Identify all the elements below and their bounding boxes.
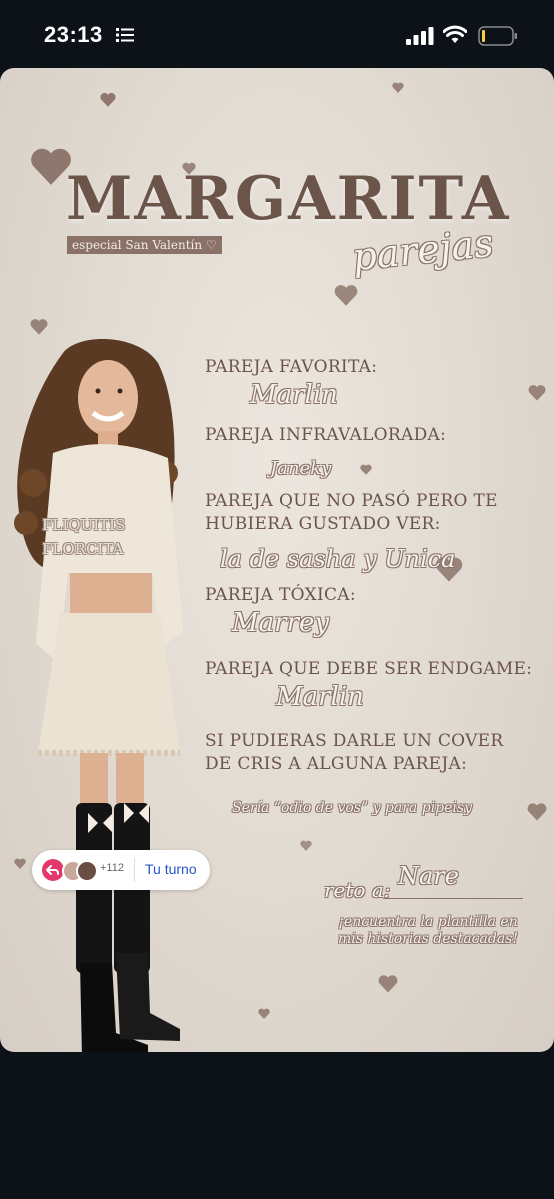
question-favorite: PAREJA FAVORITA: — [205, 357, 378, 377]
battery-icon — [478, 26, 517, 46]
status-time: 23:13 — [44, 22, 103, 47]
cellular-signal-icon — [406, 27, 434, 45]
wifi-icon — [443, 25, 467, 43]
answer-never-happened: la de sasha y Unica — [220, 545, 456, 573]
question-cover: SI PUDIERAS DARLE UN COVER DE CRIS A ALG… — [205, 730, 503, 776]
avatar — [76, 860, 98, 882]
heart-icon — [392, 82, 404, 93]
question-toxic: PAREJA TÓXICA: — [205, 585, 356, 605]
question-underrated: PAREJA INFRAVALORADA: — [205, 425, 447, 445]
heart-icon — [527, 803, 547, 821]
reply-icon — [42, 859, 64, 881]
divider — [134, 858, 135, 882]
footer-line: mis historias destacadas! — [338, 931, 518, 947]
heart-icon — [334, 285, 358, 306]
reto-label: reto a: — [324, 878, 391, 902]
story-title: MARGARITA — [66, 164, 511, 234]
answer-underrated: Janeky — [270, 458, 332, 479]
heart-icon — [528, 385, 546, 401]
heart-icon — [300, 840, 312, 851]
reto-underline — [383, 898, 523, 899]
answer-endgame: Marlin — [276, 682, 364, 712]
question-line: HUBIERA GUSTADO VER: — [205, 514, 441, 534]
girl-photo — [14, 339, 183, 1052]
question-endgame: PAREJA QUE DEBE SER ENDGAME: — [205, 659, 533, 679]
answer-toxic: Marrey — [232, 608, 330, 638]
status-bar: 23:13 — [0, 0, 554, 68]
answer-cover: Sería “odio de vos” y para pipeisy — [232, 800, 472, 816]
your-turn-button[interactable]: Tu turno — [145, 861, 197, 877]
overlay-text: FLIQUITIS — [42, 516, 126, 534]
question-never-happened: PAREJA QUE NO PASÓ PERO TE HUBIERA GUSTA… — [205, 490, 498, 536]
overlay-text: FLORCITA — [42, 540, 124, 558]
answer-favorite: Marlin — [250, 380, 338, 410]
question-line: PAREJA QUE NO PASÓ PERO TE — [205, 491, 498, 511]
footer-note: ¡encuentra la plantilla en mis historias… — [326, 914, 530, 948]
heart-icon — [360, 464, 372, 475]
question-line: SI PUDIERAS DARLE UN COVER — [205, 731, 504, 751]
add-yours-bar[interactable]: +112 Tu turno — [32, 850, 210, 890]
footer-line: ¡encuentra la plantilla en — [338, 914, 518, 930]
special-badge: especial San Valentín ♡ — [67, 236, 222, 254]
story-card[interactable]: MARGARITA especial San Valentín ♡ pareja… — [0, 68, 554, 1052]
reto-value: Nare — [398, 862, 459, 890]
list-icon — [116, 28, 134, 42]
question-line: DE CRIS A ALGUNA PAREJA: — [205, 754, 468, 774]
participants-count: +112 — [100, 862, 124, 874]
heart-icon — [258, 1008, 270, 1019]
heart-icon — [378, 975, 398, 993]
heart-icon — [100, 92, 116, 107]
